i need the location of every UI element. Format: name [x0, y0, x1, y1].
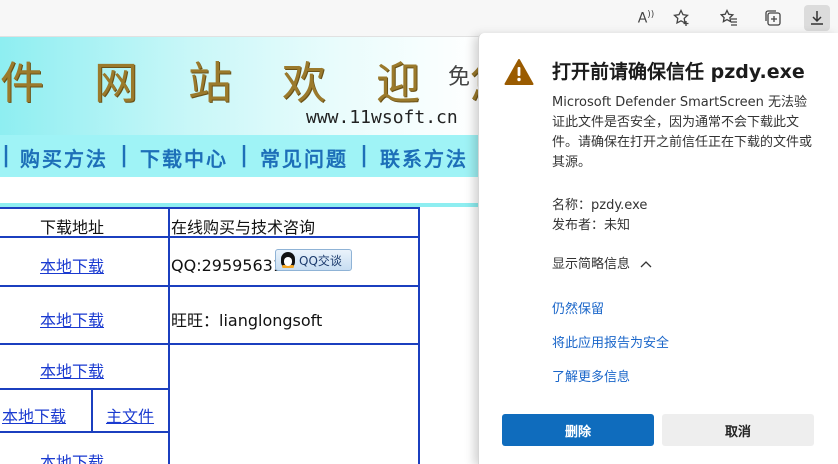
downloads-icon[interactable] — [804, 5, 830, 31]
wangwang-contact: 旺旺：lianglongsoft — [171, 311, 323, 330]
collections-icon[interactable] — [760, 5, 786, 31]
nav-item-faq[interactable]: 常见问题 — [260, 143, 348, 172]
local-download-link[interactable]: 本地下载 — [40, 253, 104, 277]
qq-chat-button[interactable]: QQ交谈 — [275, 249, 352, 271]
banner-url: www.11wsoft.cn — [306, 107, 458, 128]
site-navbar: | 购买方法 | 下载中心 | 常见问题 | 联系方法 — [0, 135, 480, 177]
nav-item-buy[interactable]: 购买方法 — [20, 143, 108, 172]
nav-item-contact[interactable]: 联系方法 — [380, 143, 468, 172]
local-download-link[interactable]: 本地下载 — [2, 403, 66, 427]
main-file-link[interactable]: 主文件 — [106, 403, 154, 427]
qq-number: QQ:29595631 — [171, 256, 284, 275]
local-download-link[interactable]: 本地下载 — [40, 307, 104, 331]
local-download-link[interactable]: 本地下载 — [40, 358, 104, 382]
table-border — [0, 285, 420, 287]
show-less-toggle[interactable]: 显示简略信息 — [552, 253, 652, 272]
table-border — [418, 207, 420, 464]
delete-button[interactable]: 删除 — [502, 414, 654, 446]
file-name: 名称：pzdy.exe — [552, 198, 648, 213]
nav-separator: | — [120, 143, 129, 168]
table-border — [0, 343, 420, 345]
local-download-link[interactable]: 本地下载 — [40, 449, 104, 464]
read-aloud-icon[interactable]: A)) — [633, 5, 659, 31]
banner-subtitle: 免 — [448, 65, 471, 90]
table-border — [0, 388, 170, 390]
show-less-label: 显示简略信息 — [552, 257, 631, 272]
nav-separator: | — [240, 143, 249, 168]
learn-more-link[interactable]: 了解更多信息 — [552, 366, 630, 385]
dialog-description: Microsoft Defender SmartScreen 无法验证此文件是否… — [552, 95, 813, 170]
keep-anyway-link[interactable]: 仍然保留 — [552, 298, 604, 317]
file-publisher: 发布者：未知 — [552, 218, 631, 233]
nav-separator: | — [360, 143, 369, 168]
table-border — [0, 207, 420, 209]
cancel-button[interactable]: 取消 — [662, 414, 814, 446]
table-border — [91, 388, 93, 433]
table-border — [168, 207, 170, 464]
qq-chat-label: QQ交谈 — [299, 253, 342, 268]
qq-penguin-icon — [281, 252, 295, 268]
site-banner: 件 网 站 欢 迎 您 免 www.11wsoft.cn — [0, 37, 514, 135]
browser-toolbar: A)) — [0, 0, 838, 37]
chevron-up-icon — [640, 257, 652, 272]
report-safe-link[interactable]: 将此应用报告为安全 — [552, 332, 669, 351]
nav-item-download[interactable]: 下载中心 — [140, 143, 228, 172]
favorites-icon[interactable] — [716, 5, 742, 31]
table-header-download: 下载地址 — [40, 218, 105, 237]
table-border — [0, 431, 170, 433]
table-header-buy: 在线购买与技术咨询 — [171, 218, 316, 237]
smartscreen-dialog: 打开前请确保信任 pzdy.exe Microsoft Defender Sma… — [478, 33, 838, 464]
add-favorite-icon[interactable] — [669, 5, 695, 31]
nav-separator: | — [2, 143, 11, 168]
warning-icon — [504, 59, 534, 85]
dialog-title: 打开前请确保信任 pzdy.exe — [552, 61, 805, 83]
